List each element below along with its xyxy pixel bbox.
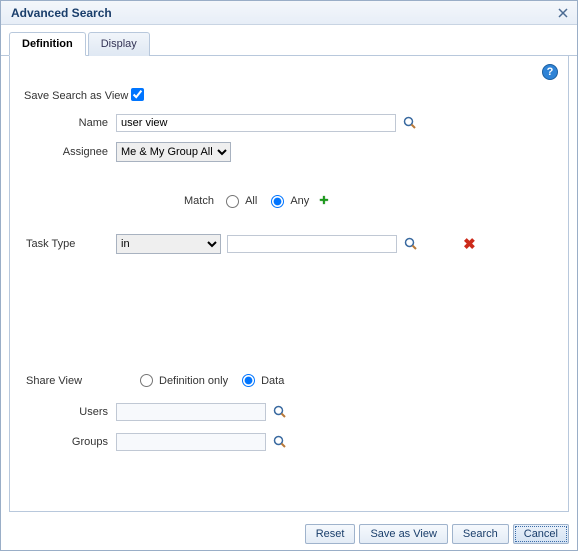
match-any-radio[interactable] xyxy=(271,195,284,208)
dialog-title: Advanced Search xyxy=(11,6,555,20)
definition-panel: ? Save Search as View Name Assignee Me &… xyxy=(9,56,569,512)
groups-row: Groups xyxy=(24,433,554,451)
groups-label: Groups xyxy=(24,436,116,448)
task-type-row: Task Type in ✖ xyxy=(24,234,554,254)
lookup-icon[interactable] xyxy=(272,434,288,450)
share-definition-radio[interactable] xyxy=(140,374,153,387)
name-row: Name xyxy=(24,114,554,132)
tab-display[interactable]: Display xyxy=(88,32,150,56)
match-row: Match All Any + xyxy=(184,192,554,210)
tabs: Definition Display xyxy=(1,25,577,56)
assignee-row: Assignee Me & My Group All xyxy=(24,142,554,162)
save-as-view-label: Save Search as View xyxy=(24,90,128,102)
task-type-label: Task Type xyxy=(24,238,116,250)
share-data-radio[interactable] xyxy=(242,374,255,387)
share-view-label: Share View xyxy=(24,375,116,387)
advanced-search-dialog: Advanced Search Definition Display ? Sav… xyxy=(0,0,578,551)
search-button[interactable]: Search xyxy=(452,524,509,544)
name-input[interactable] xyxy=(116,114,396,132)
lookup-icon[interactable] xyxy=(272,404,288,420)
share-definition-label: Definition only xyxy=(159,375,228,387)
add-condition-icon[interactable]: + xyxy=(319,192,328,210)
help-icon[interactable]: ? xyxy=(542,64,558,80)
match-all-radio[interactable] xyxy=(226,195,239,208)
close-icon[interactable] xyxy=(555,5,571,21)
lookup-icon[interactable] xyxy=(403,236,419,252)
task-type-input[interactable] xyxy=(227,235,397,253)
assignee-label: Assignee xyxy=(24,146,116,158)
share-data-label: Data xyxy=(261,375,284,387)
users-row: Users xyxy=(24,403,554,421)
reset-button[interactable]: Reset xyxy=(305,524,356,544)
dialog-footer: Reset Save as View Search Cancel xyxy=(305,524,569,544)
groups-input[interactable] xyxy=(116,433,266,451)
remove-condition-icon[interactable]: ✖ xyxy=(463,235,476,253)
name-label: Name xyxy=(24,117,116,129)
match-any-label: Any xyxy=(290,195,309,207)
save-as-view-button[interactable]: Save as View xyxy=(359,524,447,544)
match-label: Match xyxy=(184,195,214,207)
cancel-button[interactable]: Cancel xyxy=(513,524,569,544)
save-as-view-row: Save Search as View xyxy=(24,88,554,104)
titlebar: Advanced Search xyxy=(1,1,577,25)
share-view-row: Share View Definition only Data xyxy=(24,374,554,387)
lookup-icon[interactable] xyxy=(402,115,418,131)
task-type-operator-select[interactable]: in xyxy=(116,234,221,254)
assignee-select[interactable]: Me & My Group All xyxy=(116,142,231,162)
match-all-label: All xyxy=(245,195,257,207)
users-input[interactable] xyxy=(116,403,266,421)
tab-definition[interactable]: Definition xyxy=(9,32,86,56)
users-label: Users xyxy=(24,406,116,418)
save-as-view-checkbox[interactable] xyxy=(131,88,144,101)
